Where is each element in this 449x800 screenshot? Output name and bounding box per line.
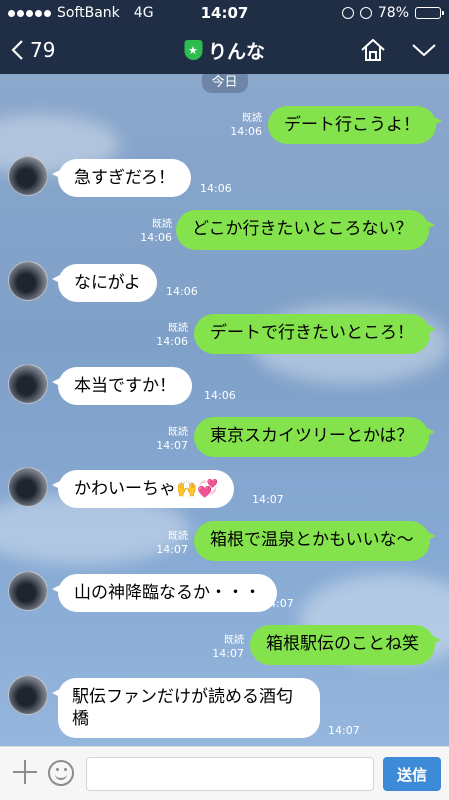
message-bubble-incoming[interactable]: 山の神降臨なるか・・・ [52,574,277,612]
nav-bar: 79 ★ りんな [0,26,449,74]
message-bubble-outgoing[interactable]: 箱根駅伝のことね笑 [250,625,441,665]
message-bubble-incoming[interactable]: なにがよ [52,264,157,302]
message-meta: 既読 14:06 [140,219,172,244]
avatar[interactable] [8,156,48,196]
avatar[interactable] [8,364,48,404]
message-meta: 既読 14:07 [156,427,188,452]
carrier-label: SoftBank [57,5,120,21]
official-shield-icon: ★ [183,40,202,60]
status-bar: SoftBank 4G 14:07 78% [0,0,449,26]
home-icon[interactable] [359,37,387,63]
message-time: 14:07 [328,724,360,737]
avatar[interactable] [8,571,48,611]
avatar[interactable] [8,675,48,715]
message-bubble-outgoing[interactable]: どこか行きたいところない？ [176,210,434,250]
message-bubble-incoming[interactable]: 急すぎだろ！ [52,159,191,197]
battery-icon [415,7,444,19]
rotation-lock-icon [341,7,354,19]
battery-percent: 78% [377,5,409,21]
message-time: 14:06 [200,182,232,195]
message-meta: 既読 14:06 [230,113,262,138]
avatar[interactable] [8,467,48,507]
message-input[interactable] [86,757,374,791]
status-left: SoftBank 4G [8,5,342,21]
message-bubble-outgoing[interactable]: 箱根で温泉とかもいいな〜 [194,521,436,561]
chat-title: ★ りんな [183,37,266,64]
network-label: 4G [133,5,154,21]
back-button[interactable]: 79 [0,38,120,62]
message-meta: 既読 14:06 [156,323,188,348]
message-time: 14:07 [252,493,284,506]
message-bubble-outgoing[interactable]: デート行こうよ！ [268,106,442,144]
nav-actions [359,37,437,63]
send-button[interactable]: 送信 [383,757,441,791]
message-bubble-incoming[interactable]: 駅伝ファンだけが読める酒匂橋 [52,678,320,738]
input-bar: 送信 [0,746,449,800]
message-bubble-outgoing[interactable]: 東京スカイツリーとかは？ [194,417,436,457]
emoji-icon[interactable] [48,760,74,786]
message-time: 14:07 [262,597,294,610]
chat-area[interactable]: 今日 既読 14:06 デート行こうよ！ 急すぎだろ！ 14:06 既読 14:… [0,74,449,746]
chevron-down-icon[interactable] [411,42,437,58]
message-meta: 既読 14:07 [212,635,244,660]
status-time: 14:07 [200,4,249,22]
message-meta: 既読 14:07 [156,531,188,556]
message-bubble-incoming[interactable]: 本当ですか！ [52,367,192,405]
signal-icon [8,9,51,17]
plus-icon[interactable] [12,759,38,785]
message-time: 14:06 [166,285,198,298]
message-bubble-outgoing[interactable]: デートで行きたいところ！ [194,314,436,354]
date-separator: 今日 [201,74,248,93]
message-time: 14:06 [204,389,236,402]
chat-title-text: りんな [207,40,266,63]
back-count: 79 [30,38,56,62]
chevron-left-icon [11,40,23,60]
alarm-icon [359,7,372,19]
status-right: 78% [341,5,444,21]
avatar[interactable] [8,261,48,301]
message-bubble-incoming[interactable]: かわいーちゃ🙌💞 [51,470,235,508]
